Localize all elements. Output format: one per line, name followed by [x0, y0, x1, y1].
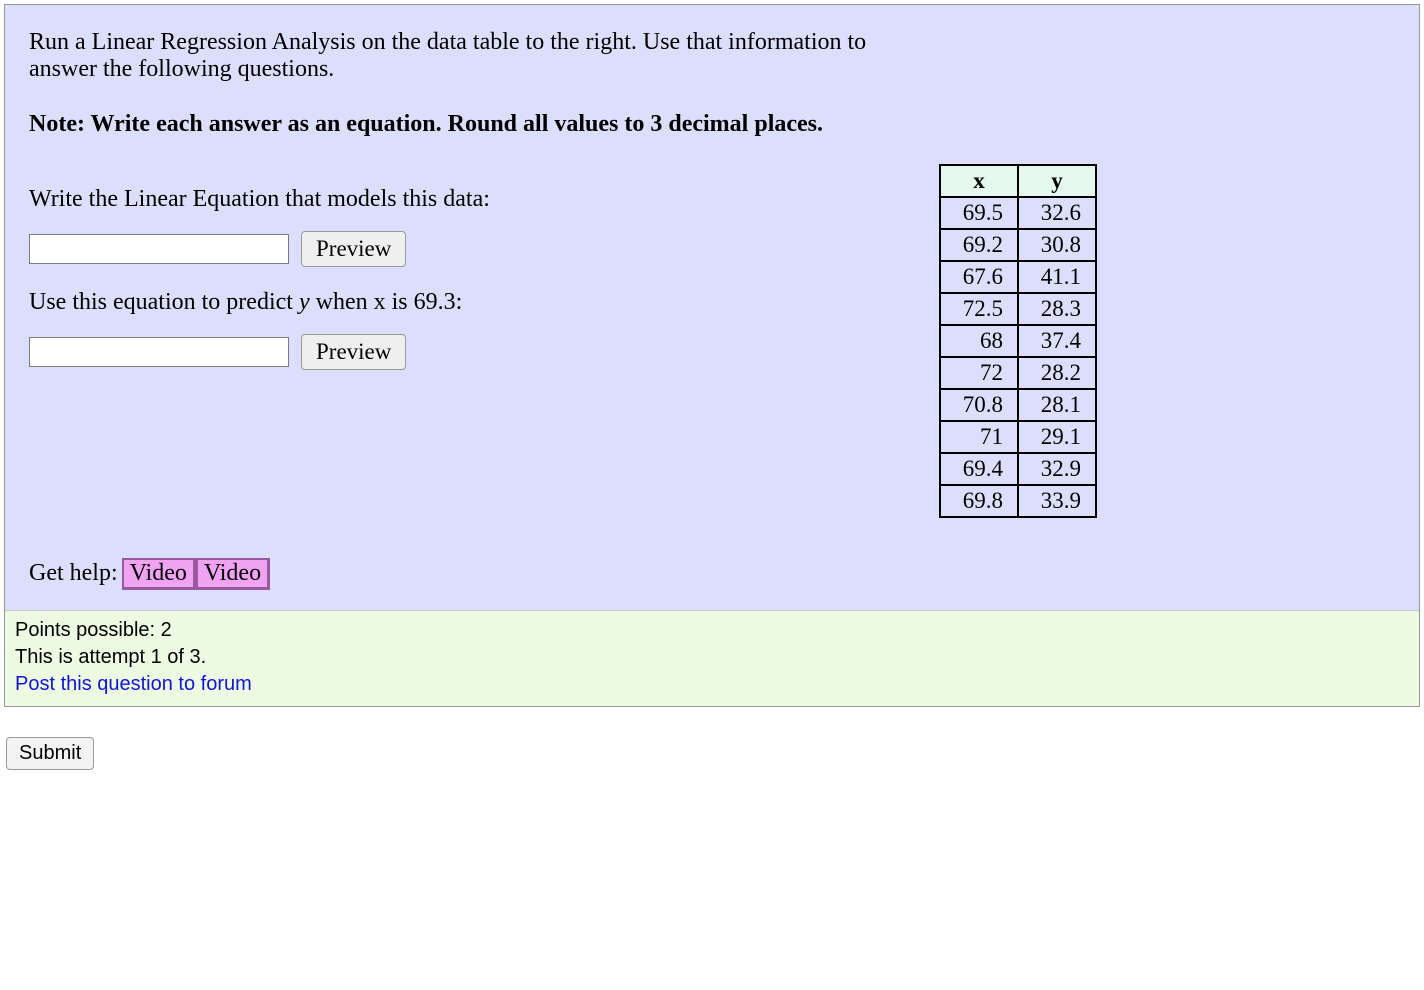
- table-cell-x: 72: [940, 357, 1018, 389]
- table-cell-x: 69.2: [940, 229, 1018, 261]
- content-row: Write the Linear Equation that models th…: [29, 164, 1395, 518]
- table-row: 67.641.1: [940, 261, 1096, 293]
- table-row: 72.528.3: [940, 293, 1096, 325]
- linear-equation-input[interactable]: [29, 234, 289, 264]
- table-cell-y: 28.1: [1018, 389, 1096, 421]
- answers-column: Write the Linear Equation that models th…: [29, 164, 899, 392]
- get-help-label: Get help:: [29, 560, 118, 586]
- data-table: x y 69.532.669.230.867.641.172.528.36837…: [939, 164, 1097, 518]
- submit-area: Submit: [0, 707, 1424, 770]
- table-cell-x: 67.6: [940, 261, 1018, 293]
- get-help-row: Get help: Video Video: [29, 558, 1395, 590]
- table-cell-y: 30.8: [1018, 229, 1096, 261]
- table-cell-y: 28.2: [1018, 357, 1096, 389]
- table-cell-x: 72.5: [940, 293, 1018, 325]
- predict-y-input[interactable]: [29, 337, 289, 367]
- table-header-y: y: [1018, 165, 1096, 197]
- table-cell-y: 41.1: [1018, 261, 1096, 293]
- preview-button-1[interactable]: Preview: [301, 231, 406, 267]
- table-cell-y: 28.3: [1018, 293, 1096, 325]
- prompt2-pre: Use this equation to predict: [29, 289, 299, 315]
- answer-row-1: Preview: [29, 231, 899, 267]
- data-table-column: x y 69.532.669.230.867.641.172.528.36837…: [939, 164, 1097, 518]
- table-cell-x: 70.8: [940, 389, 1018, 421]
- footer-strip: Points possible: 2 This is attempt 1 of …: [5, 610, 1419, 706]
- table-cell-y: 32.6: [1018, 197, 1096, 229]
- table-cell-y: 32.9: [1018, 453, 1096, 485]
- video-button-2[interactable]: Video: [196, 558, 270, 590]
- table-row: 69.230.8: [940, 229, 1096, 261]
- prompt2-post: when x is 69.3:: [310, 289, 463, 315]
- table-row: 69.833.9: [940, 485, 1096, 517]
- post-to-forum-link[interactable]: Post this question to forum: [15, 671, 1409, 698]
- prompt2-var: y: [299, 289, 310, 315]
- table-cell-x: 68: [940, 325, 1018, 357]
- video-button-1[interactable]: Video: [122, 558, 196, 590]
- question-note: Note: Write each answer as an equation. …: [29, 111, 1395, 138]
- table-row: 69.432.9: [940, 453, 1096, 485]
- submit-button[interactable]: Submit: [6, 737, 94, 770]
- table-cell-y: 29.1: [1018, 421, 1096, 453]
- table-row: 69.532.6: [940, 197, 1096, 229]
- attempt-info: This is attempt 1 of 3.: [15, 644, 1409, 671]
- table-row: 7228.2: [940, 357, 1096, 389]
- table-row: 70.828.1: [940, 389, 1096, 421]
- prompt-linear-equation: Write the Linear Equation that models th…: [29, 186, 899, 213]
- question-body: Run a Linear Regression Analysis on the …: [5, 5, 1419, 610]
- table-cell-x: 69.5: [940, 197, 1018, 229]
- points-possible: Points possible: 2: [15, 617, 1409, 644]
- table-cell-x: 69.8: [940, 485, 1018, 517]
- table-row: 6837.4: [940, 325, 1096, 357]
- prompt-predict-y: Use this equation to predict y when x is…: [29, 289, 899, 316]
- question-intro: Run a Linear Regression Analysis on the …: [29, 29, 909, 83]
- question-box: Run a Linear Regression Analysis on the …: [4, 4, 1420, 707]
- table-cell-y: 37.4: [1018, 325, 1096, 357]
- table-header-x: x: [940, 165, 1018, 197]
- table-row: 7129.1: [940, 421, 1096, 453]
- preview-button-2[interactable]: Preview: [301, 334, 406, 370]
- table-cell-x: 71: [940, 421, 1018, 453]
- table-cell-y: 33.9: [1018, 485, 1096, 517]
- table-cell-x: 69.4: [940, 453, 1018, 485]
- answer-row-2: Preview: [29, 334, 899, 370]
